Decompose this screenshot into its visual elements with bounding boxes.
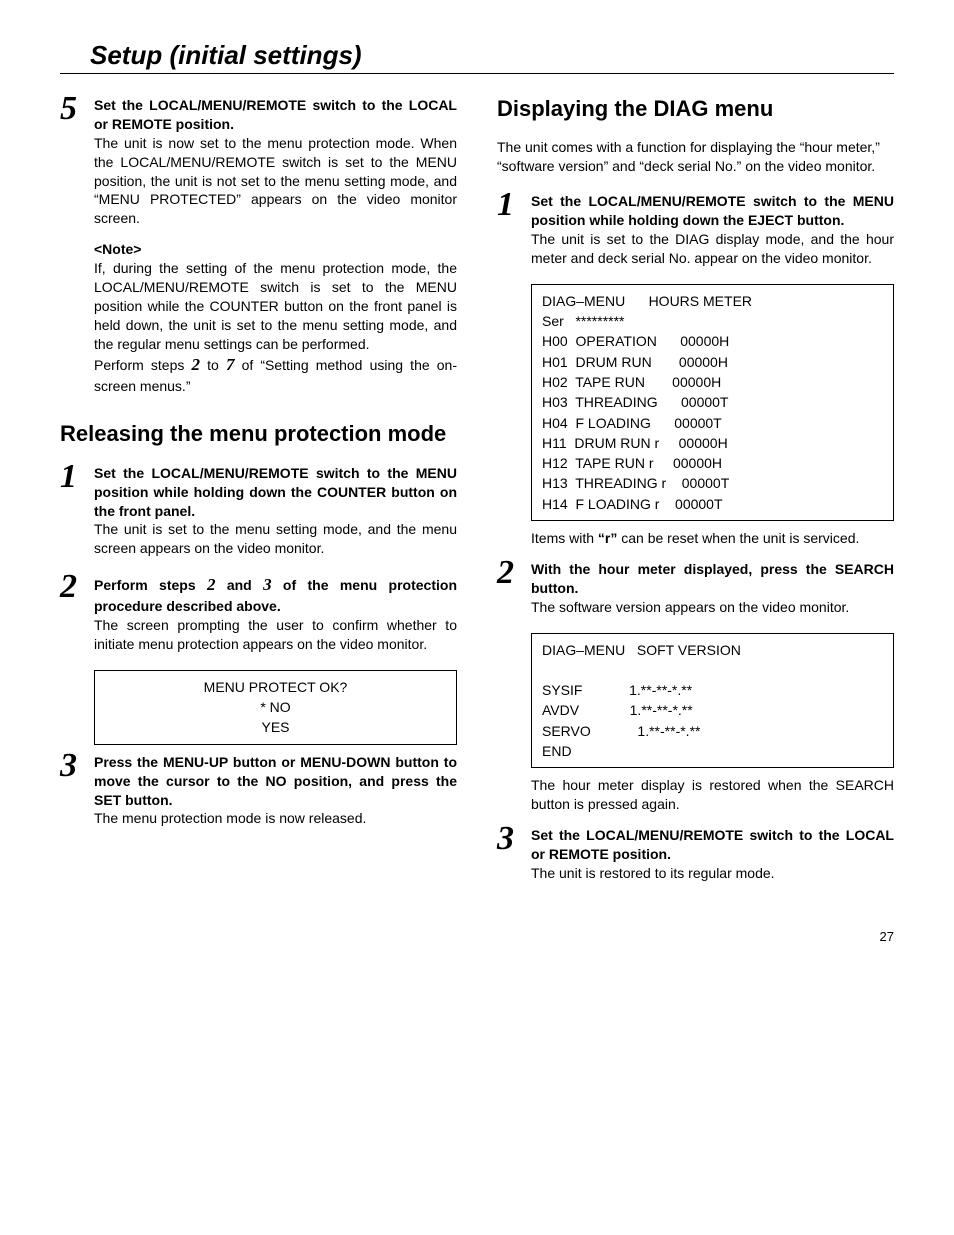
diag-step-3: 3 Set the LOCAL/MENU/REMOTE switch to th… — [497, 826, 894, 883]
step-number: 5 — [60, 92, 94, 126]
release-step-1: 1 Set the LOCAL/MENU/REMOTE switch to th… — [60, 464, 457, 558]
text: can be reset when the unit is serviced. — [617, 530, 859, 546]
step-text: The unit is now set to the menu protecti… — [94, 134, 457, 228]
box-line: * NO — [105, 697, 446, 717]
text: Perform steps — [94, 577, 207, 593]
intro-text: The unit comes with a function for displ… — [497, 138, 894, 176]
step-number: 1 — [60, 460, 94, 494]
title-rule — [60, 73, 894, 74]
inline-number: 2 — [192, 355, 201, 374]
step-text: The software version appears on the vide… — [531, 598, 894, 617]
after-box-text: Items with “r” can be reset when the uni… — [531, 529, 894, 548]
release-step-2: 2 Perform steps 2 and 3 of the menu prot… — [60, 574, 457, 654]
step-number: 3 — [497, 822, 531, 856]
section-heading: Displaying the DIAG menu — [497, 96, 894, 122]
step-body: Set the LOCAL/MENU/REMOTE switch to the … — [94, 96, 457, 395]
step-head: Set the LOCAL/MENU/REMOTE switch to the … — [94, 96, 457, 134]
text: to — [200, 357, 226, 373]
bold-r: “r” — [598, 530, 617, 546]
step-body: Set the LOCAL/MENU/REMOTE switch to the … — [531, 826, 894, 883]
hours-meter-box-wrap: DIAG–MENU HOURS METER Ser ********* H00 … — [531, 284, 894, 548]
step-body: Set the LOCAL/MENU/REMOTE switch to the … — [531, 192, 894, 268]
step-head: Press the MENU-UP button or MENU-DOWN bu… — [94, 753, 457, 810]
step-text: The unit is set to the menu setting mode… — [94, 520, 457, 558]
soft-version-box: DIAG–MENU SOFT VERSION SYSIF 1.**-**-*.*… — [531, 633, 894, 769]
note-body: If, during the setting of the menu prote… — [94, 259, 457, 353]
diag-step-1: 1 Set the LOCAL/MENU/REMOTE switch to th… — [497, 192, 894, 268]
left-column: 5 Set the LOCAL/MENU/REMOTE switch to th… — [60, 96, 457, 899]
release-step-3: 3 Press the MENU-UP button or MENU-DOWN … — [60, 753, 457, 829]
section-heading: Releasing the menu protection mode — [60, 421, 457, 447]
step-text: The unit is restored to its regular mode… — [531, 864, 894, 883]
step-body: Press the MENU-UP button or MENU-DOWN bu… — [94, 753, 457, 829]
box-line: YES — [105, 717, 446, 737]
after-box-text: The hour meter display is restored when … — [531, 776, 894, 814]
page-title: Setup (initial settings) — [90, 40, 894, 71]
text: Items with — [531, 530, 598, 546]
step-head: With the hour meter displayed, press the… — [531, 560, 894, 598]
step-head: Set the LOCAL/MENU/REMOTE switch to the … — [531, 192, 894, 230]
box-line: MENU PROTECT OK? — [105, 677, 446, 697]
note-head: <Note> — [94, 240, 457, 259]
step-text: The unit is set to the DIAG display mode… — [531, 230, 894, 268]
step-body: With the hour meter displayed, press the… — [531, 560, 894, 617]
diag-step-2: 2 With the hour meter displayed, press t… — [497, 560, 894, 617]
step-body: Perform steps 2 and 3 of the menu protec… — [94, 574, 457, 654]
step-head: Perform steps 2 and 3 of the menu protec… — [94, 574, 457, 616]
step-text: The menu protection mode is now released… — [94, 809, 457, 828]
columns: 5 Set the LOCAL/MENU/REMOTE switch to th… — [60, 96, 894, 899]
inline-number: 3 — [263, 575, 272, 594]
page: Setup (initial settings) 5 Set the LOCAL… — [0, 0, 954, 974]
step-number: 3 — [60, 749, 94, 783]
step-number: 2 — [497, 556, 531, 590]
step-text: The screen prompting the user to confirm… — [94, 616, 457, 654]
step-5: 5 Set the LOCAL/MENU/REMOTE switch to th… — [60, 96, 457, 395]
step-number: 2 — [60, 570, 94, 604]
menu-protect-box-wrap: MENU PROTECT OK? * NO YES — [94, 670, 457, 745]
soft-version-box-wrap: DIAG–MENU SOFT VERSION SYSIF 1.**-**-*.*… — [531, 633, 894, 815]
page-number: 27 — [60, 929, 894, 944]
step-head: Set the LOCAL/MENU/REMOTE switch to the … — [94, 464, 457, 521]
right-column: Displaying the DIAG menu The unit comes … — [497, 96, 894, 899]
step-body: Set the LOCAL/MENU/REMOTE switch to the … — [94, 464, 457, 558]
text: Perform steps — [94, 357, 192, 373]
step-number: 1 — [497, 188, 531, 222]
text: and — [215, 577, 263, 593]
hours-meter-box: DIAG–MENU HOURS METER Ser ********* H00 … — [531, 284, 894, 521]
menu-protect-box: MENU PROTECT OK? * NO YES — [94, 670, 457, 745]
step-head: Set the LOCAL/MENU/REMOTE switch to the … — [531, 826, 894, 864]
note-tail: Perform steps 2 to 7 of “Setting method … — [94, 354, 457, 396]
